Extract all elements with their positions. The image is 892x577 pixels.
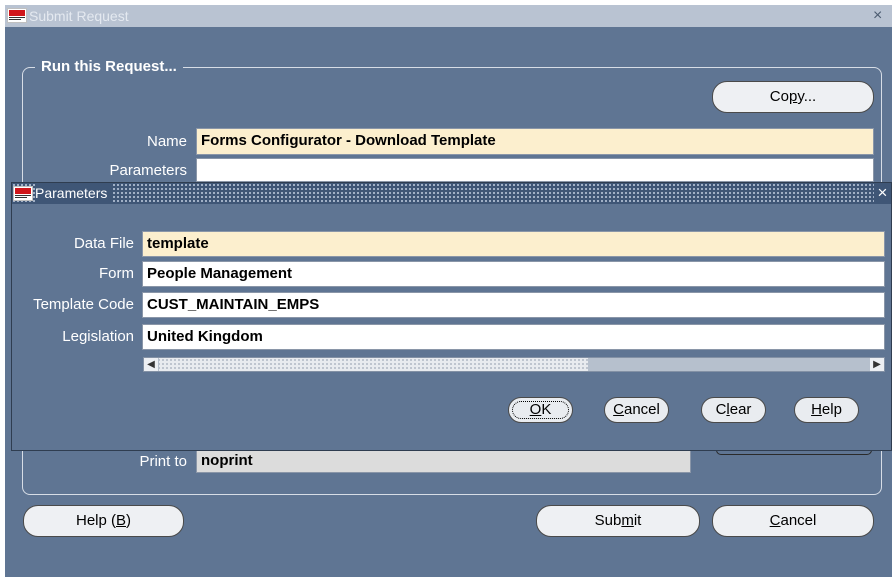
data-file-label: Data File	[73, 235, 134, 252]
window-close-icon[interactable]: ×	[873, 7, 882, 25]
print-to-label: Print to	[139, 453, 187, 470]
legislation-field[interactable]: United Kingdom	[142, 324, 885, 350]
window-title-bar: Submit Request ×	[5, 5, 892, 27]
copy-button[interactable]: Copy...	[712, 81, 874, 113]
name-label: Name	[146, 133, 187, 150]
horizontal-scrollbar[interactable]: ◀ ▶	[143, 357, 885, 372]
form-label: Form	[99, 265, 134, 282]
print-to-field[interactable]: noprint	[196, 449, 691, 473]
help-button[interactable]: Help (B)	[23, 505, 184, 537]
legislation-label: Legislation	[62, 328, 134, 345]
scroll-right-icon[interactable]: ▶	[870, 358, 884, 371]
ok-button[interactable]: OK	[508, 397, 573, 423]
window-title: Submit Request	[29, 8, 129, 24]
oracle-logo-icon	[7, 8, 27, 23]
dialog-title: Parameters	[35, 184, 112, 203]
template-code-field[interactable]: CUST_MAINTAIN_EMPS	[142, 292, 885, 318]
dialog-title-bar: Parameters ×	[12, 183, 891, 204]
scroll-thumb[interactable]	[159, 358, 588, 371]
data-file-field[interactable]: template	[142, 231, 885, 257]
name-field[interactable]: Forms Configurator - Download Template	[196, 128, 874, 155]
dialog-close-icon[interactable]: ×	[874, 183, 891, 204]
parameters-field[interactable]	[196, 158, 874, 182]
clear-button[interactable]: Clear	[701, 397, 766, 423]
dialog-cancel-button[interactable]: Cancel	[604, 397, 669, 423]
template-code-label: Template Code	[33, 296, 134, 313]
form-field[interactable]: People Management	[142, 261, 885, 287]
group-label: Run this Request...	[35, 58, 183, 75]
parameters-label: Parameters	[109, 162, 187, 179]
scroll-left-icon[interactable]: ◀	[144, 358, 158, 371]
parameters-dialog: Parameters × Data File template Form Peo…	[11, 182, 892, 451]
cancel-button[interactable]: Cancel	[712, 505, 874, 537]
dialog-help-button[interactable]: Help	[794, 397, 859, 423]
oracle-logo-icon	[13, 186, 33, 201]
submit-button[interactable]: Submit	[536, 505, 700, 537]
